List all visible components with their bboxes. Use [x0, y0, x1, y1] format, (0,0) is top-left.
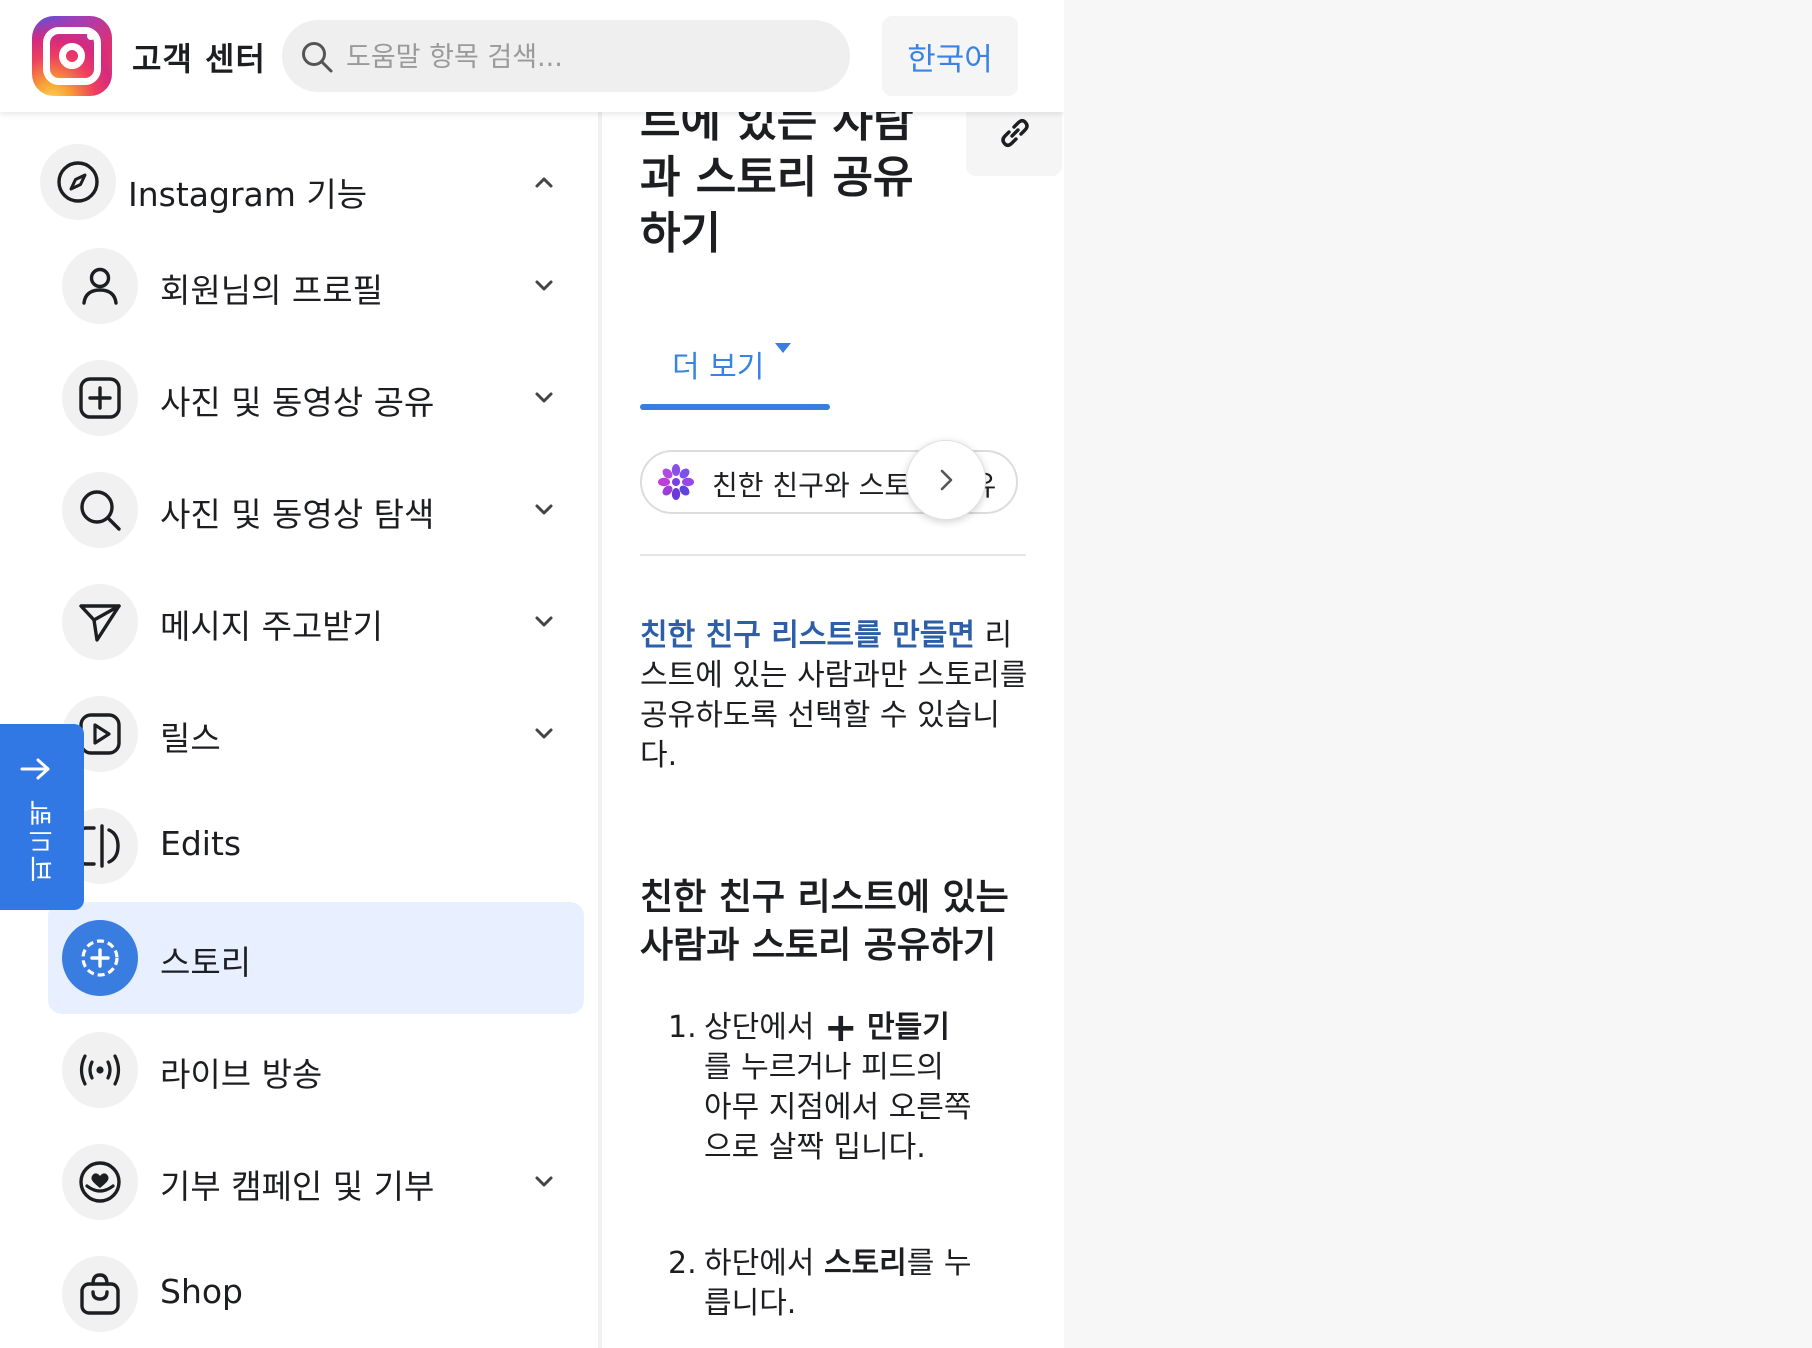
sidebar-item-label: 회원님의 프로필 [160, 271, 384, 310]
caret-down-icon[interactable] [774, 342, 792, 354]
step-text-before: 상단에서 [704, 1010, 824, 1045]
sidebar-nav: Instagram 기능 회원님의 프로필 사진 및 동영상 공유 사진 및 동… [0, 112, 602, 1348]
sidebar-item-live[interactable]: 라이브 방송 [48, 1014, 584, 1126]
person-icon [62, 248, 138, 324]
search-box[interactable] [282, 20, 850, 92]
story-add-icon [62, 920, 138, 996]
sidebar-item-label: 스토리 [160, 943, 252, 982]
sidebar-item-stories[interactable]: 스토리 [48, 902, 584, 1014]
step-bold-text: 만들기 [867, 1010, 950, 1045]
more-tab[interactable]: 더 보기 [640, 322, 830, 412]
chevron-down-icon[interactable] [530, 720, 558, 748]
heart-donation-icon [62, 1144, 138, 1220]
active-tab-indicator [640, 404, 830, 410]
divider [640, 554, 1026, 556]
step-text-before: 하단에서 [704, 1246, 824, 1281]
sidebar-item-profile[interactable]: 회원님의 프로필 [48, 230, 584, 342]
instagram-logo-icon[interactable] [32, 16, 112, 96]
feedback-tab[interactable]: 피드백 [0, 724, 84, 910]
live-broadcast-icon [62, 1032, 138, 1108]
chevron-right-icon [940, 469, 953, 491]
arrow-right-icon [20, 758, 50, 780]
article-content: 트에 있는 사람 과 스토리 공유 하기 더 보기 친한 친구와 스토리 공유 … [602, 112, 1064, 1348]
search-icon [302, 42, 333, 73]
section-heading: 친한 친구 리스트에 있는 사람과 스토리 공유하기 [640, 877, 1009, 966]
chip-scroll-next-button[interactable] [906, 440, 986, 520]
sidebar-section-instagram-features[interactable]: Instagram 기능 [30, 134, 570, 230]
more-tab-label: 더 보기 [672, 350, 765, 385]
sidebar-item-label: Edits [160, 824, 242, 863]
article-title: 트에 있는 사람 과 스토리 공유 하기 [640, 112, 940, 262]
sidebar-item-label: 기부 캠페인 및 기부 [160, 1167, 435, 1206]
close-friends-star-icon [658, 464, 694, 500]
step-text: 하단에서 스토리를 누릅니다. [704, 1244, 974, 1324]
sidebar-item-edits[interactable]: Edits [48, 790, 584, 902]
sidebar-section-label: Instagram 기능 [128, 175, 368, 214]
chevron-down-icon[interactable] [530, 384, 558, 412]
feedback-label: 피드백 [28, 798, 58, 882]
help-center-title: 고객 센터 [132, 40, 266, 78]
sidebar-item-explore-photos-videos[interactable]: 사진 및 동영상 탐색 [48, 454, 584, 566]
article-title-line: 하기 [640, 208, 721, 259]
sidebar-item-fundraisers[interactable]: 기부 캠페인 및 기부 [48, 1126, 584, 1238]
sidebar-item-reels[interactable]: 릴스 [48, 678, 584, 790]
step-bold-text: 스토리 [823, 1246, 907, 1281]
copy-link-button[interactable] [966, 112, 1062, 176]
step-number: 1. [668, 1010, 697, 1045]
compass-icon [40, 144, 116, 220]
close-friends-list-link[interactable]: 친한 친구 리스트를 만들면 [640, 618, 975, 653]
chevron-down-icon[interactable] [530, 496, 558, 524]
plus-icon: + [823, 1005, 858, 1051]
intro-paragraph: 친한 친구 리스트를 만들면 리스트에 있는 사람과만 스토리를 공유하도록 선… [640, 616, 1028, 776]
sidebar-item-shop[interactable]: Shop [48, 1238, 584, 1348]
sidebar-item-share-photos-videos[interactable]: 사진 및 동영상 공유 [48, 342, 584, 454]
sidebar-item-label: 릴스 [160, 719, 221, 758]
chevron-down-icon[interactable] [530, 272, 558, 300]
step-text: 상단에서 + 만들기를 누르거나 피드의 아무 지점에서 오른쪽으로 살짝 밉니… [704, 1008, 974, 1168]
sidebar-item-label: 사진 및 동영상 탐색 [160, 495, 435, 534]
paper-plane-icon [62, 584, 138, 660]
sidebar-item-label: 메시지 주고받기 [160, 607, 384, 646]
language-button[interactable]: 한국어 [882, 16, 1018, 96]
sidebar-item-label: Shop [160, 1272, 243, 1311]
step-number: 2. [668, 1246, 697, 1281]
chevron-down-icon[interactable] [530, 608, 558, 636]
article-title-line: 과 스토리 공유 [640, 152, 914, 203]
plus-square-icon [62, 360, 138, 436]
top-header: 고객 센터 한국어 [0, 0, 1064, 112]
chevron-down-icon[interactable] [530, 1168, 558, 1196]
search-input[interactable] [344, 32, 828, 82]
sidebar-item-label: 라이브 방송 [160, 1055, 323, 1094]
shopping-bag-icon [62, 1256, 138, 1332]
link-icon [1001, 119, 1029, 147]
step-text-after: 를 누르거나 피드의 아무 지점에서 오른쪽으로 살짝 밉니다. [704, 1050, 972, 1165]
sidebar-item-label: 사진 및 동영상 공유 [160, 383, 435, 422]
article-title-line: 트에 있는 사람 [640, 112, 914, 147]
sidebar-item-messaging[interactable]: 메시지 주고받기 [48, 566, 584, 678]
help-center-app: 고객 센터 한국어 Instagram 기능 [0, 0, 1064, 1348]
chevron-up-icon[interactable] [530, 168, 558, 196]
search-icon [62, 472, 138, 548]
